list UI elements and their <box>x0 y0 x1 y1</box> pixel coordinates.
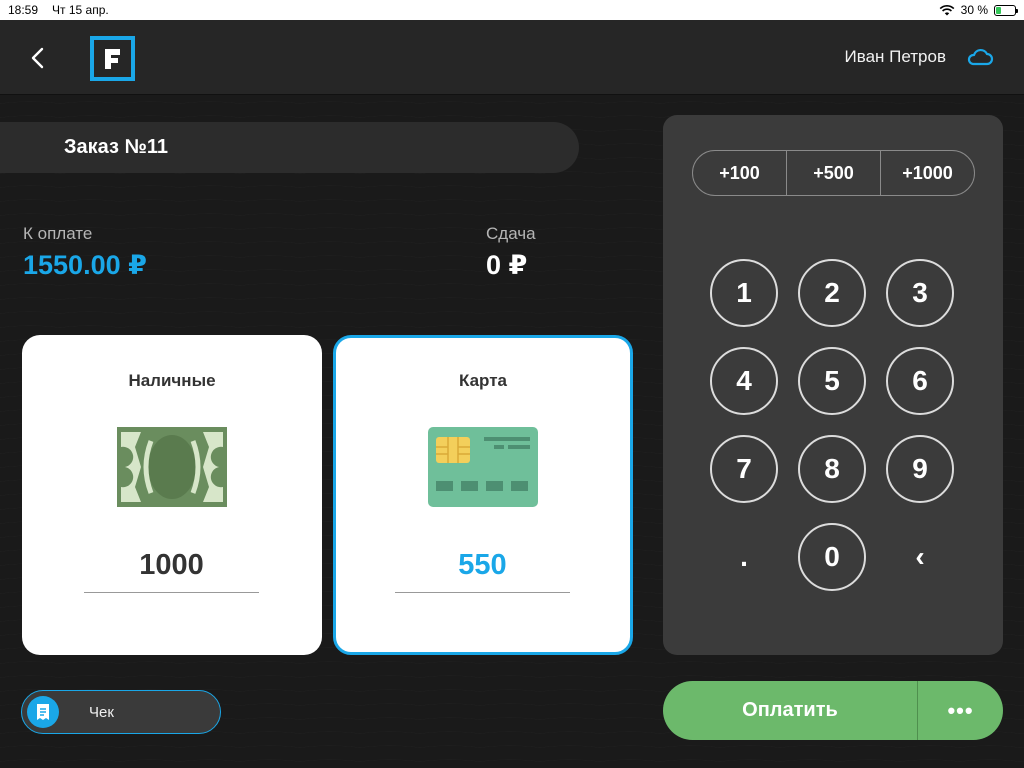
quick-add-1000-button[interactable]: +1000 <box>880 151 974 195</box>
key-4[interactable]: 4 <box>710 347 778 415</box>
user-name[interactable]: Иван Петров <box>845 47 946 67</box>
change-value: 0 ₽ <box>486 250 528 280</box>
order-title-bar: Заказ №11 <box>0 122 579 173</box>
order-title: Заказ №11 <box>64 136 168 158</box>
key-1[interactable]: 1 <box>710 259 778 327</box>
quick-add-500-button[interactable]: +500 <box>786 151 880 195</box>
cash-payment-card[interactable]: Наличные 1000 <box>22 335 322 655</box>
receipt-toggle[interactable]: Чек <box>21 690 221 734</box>
status-bar: 18:59 Чт 15 апр. 30 % <box>0 0 1024 20</box>
key-3[interactable]: 3 <box>886 259 954 327</box>
key-8[interactable]: 8 <box>798 435 866 503</box>
banknote-icon <box>117 427 227 507</box>
key-7[interactable]: 7 <box>710 435 778 503</box>
key-decimal[interactable]: . <box>710 523 778 591</box>
key-0[interactable]: 0 <box>798 523 866 591</box>
change-label: Сдача <box>486 224 536 243</box>
card-title: Карта <box>459 371 507 390</box>
key-2[interactable]: 2 <box>798 259 866 327</box>
key-6[interactable]: 6 <box>886 347 954 415</box>
card-payment-card[interactable]: Карта 550 <box>333 335 633 655</box>
key-9[interactable]: 9 <box>886 435 954 503</box>
status-time: 18:59 <box>8 3 39 17</box>
cloud-icon[interactable] <box>966 45 994 69</box>
receipt-icon <box>27 696 59 728</box>
cash-amount-field[interactable]: 1000 <box>84 549 259 593</box>
quick-add-100-button[interactable]: +100 <box>693 151 786 195</box>
cash-title: Наличные <box>128 371 216 390</box>
back-chevron-icon[interactable] <box>26 46 50 70</box>
card-amount-field[interactable]: 550 <box>395 549 570 593</box>
pay-button[interactable]: Оплатить <box>663 681 918 740</box>
battery-icon <box>994 4 1018 16</box>
battery-percent: 30 % <box>960 3 988 17</box>
wifi-icon <box>939 4 955 16</box>
quick-amount-group: +100 +500 +1000 <box>692 150 975 196</box>
amount-due-value: 1550.00 ₽ <box>23 250 147 280</box>
app-logo <box>90 36 135 81</box>
key-5[interactable]: 5 <box>798 347 866 415</box>
app-header: Иван Петров <box>0 20 1024 95</box>
numeric-keypad: +100 +500 +1000 1 2 3 4 5 6 7 8 9 . 0 ‹ <box>663 115 1003 655</box>
pay-button-group: Оплатить ••• <box>663 681 1003 740</box>
status-date: Чт 15 апр. <box>52 3 109 17</box>
more-options-icon[interactable]: ••• <box>918 681 1003 740</box>
credit-card-icon <box>428 427 538 507</box>
amount-due-label: К оплате <box>23 224 93 243</box>
backspace-icon[interactable]: ‹ <box>886 523 954 591</box>
receipt-label: Чек <box>89 703 114 721</box>
